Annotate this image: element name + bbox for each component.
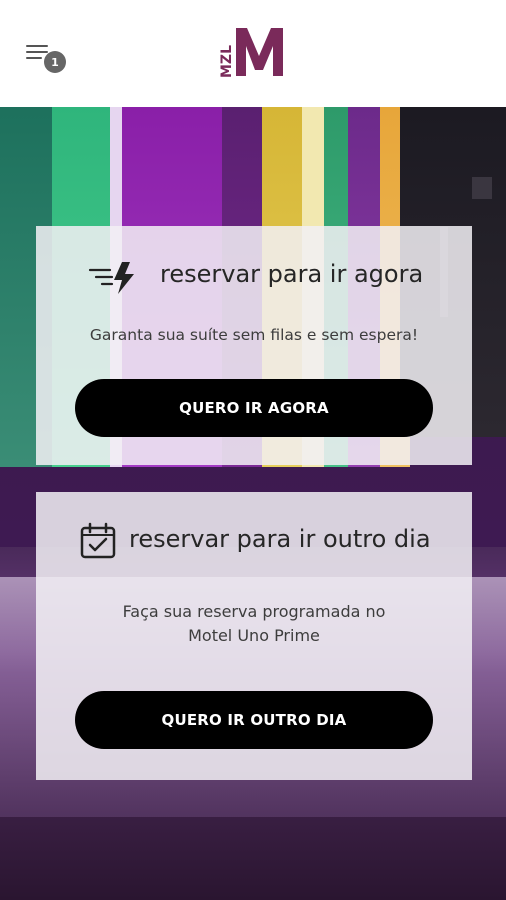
reserve-later-card: reservar para ir outro dia Faça sua rese… [36,492,472,780]
reserve-later-subtitle-2: Motel Uno Prime [188,626,320,645]
go-other-day-button[interactable]: QUERO IR OUTRO DIA [75,691,433,749]
svg-text:MZL: MZL [219,45,235,78]
calendar-check-icon [80,522,116,559]
reserve-later-title: reservar para ir outro dia [129,525,431,553]
notification-badge: 1 [44,51,66,73]
reserve-now-subtitle: Garanta sua suíte sem filas e sem espera… [89,326,419,344]
brand-logo[interactable]: MZL [219,26,287,78]
fast-lightning-icon [88,262,134,294]
reserve-now-title: reservar para ir agora [160,260,424,288]
logo-mark-icon: MZL [219,28,283,78]
go-now-button[interactable]: QUERO IR AGORA [75,379,433,437]
wall-panel [472,177,492,199]
reserve-now-card: reservar para ir agora Garanta sua suíte… [36,226,472,465]
menu-icon-line [26,51,48,53]
menu-icon-line [26,57,42,59]
app-header: 1 MZL [0,0,506,107]
menu-button[interactable]: 1 [24,40,68,74]
menu-icon-line [26,45,48,47]
reserve-later-subtitle-1: Faça sua reserva programada no [122,602,386,621]
